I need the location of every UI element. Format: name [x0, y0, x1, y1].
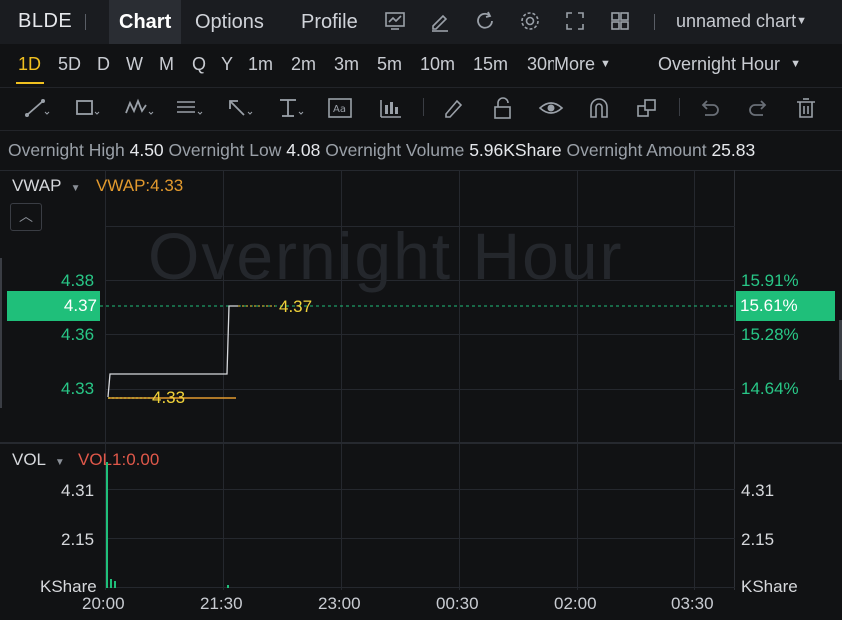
- time-tick: 03:30: [671, 594, 714, 613]
- volume-bar: [227, 585, 229, 588]
- time-tick: 21:30: [200, 594, 243, 613]
- time-tick: 23:00: [318, 594, 361, 613]
- volume-chart: [106, 462, 229, 588]
- volume-bar: [114, 581, 116, 588]
- volume-bar: [106, 462, 108, 588]
- volume-bar: [110, 579, 112, 588]
- time-tick: 00:30: [436, 594, 479, 613]
- time-tick: 20:00: [82, 594, 125, 613]
- time-tick: 02:00: [554, 594, 597, 613]
